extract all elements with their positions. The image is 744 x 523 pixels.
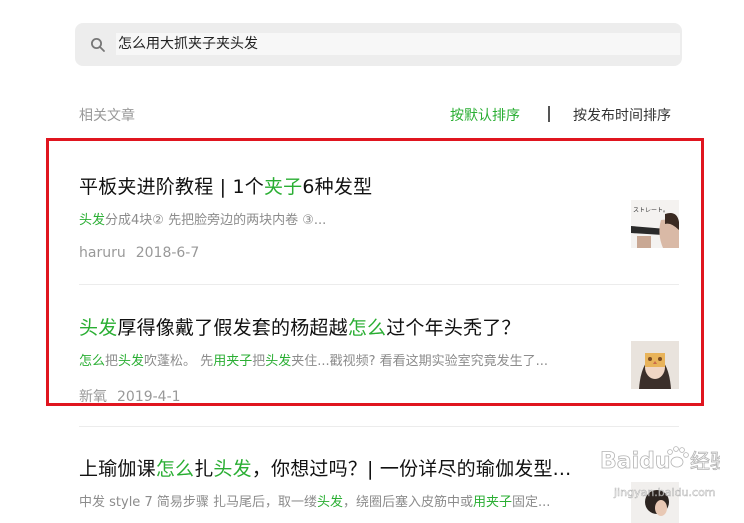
- highlight-box: [46, 138, 704, 406]
- text-segment: ，你想过吗？| 一份详尽的瑜伽发型...: [251, 458, 572, 480]
- paw-icon: [667, 446, 689, 468]
- article-card[interactable]: 上瑜伽课怎么扎头发，你想过吗？| 一份详尽的瑜伽发型... 中发 style 7…: [79, 454, 679, 523]
- text-segment: 上瑜伽课: [79, 458, 156, 480]
- keyword-highlight: 用夹子: [473, 495, 513, 510]
- watermark-brand-cn: 经验: [690, 449, 720, 473]
- sort-default-button[interactable]: 按默认排序: [450, 105, 520, 125]
- text-segment: ，绕圈后塞入皮筋中或: [343, 495, 474, 510]
- keyword-highlight: 头发: [213, 458, 252, 480]
- search-input[interactable]: [116, 33, 680, 55]
- sort-divider: [548, 106, 550, 122]
- page: 相关文章 按默认排序 按发布时间排序 平板夹进阶教程 | 1个夹子6种发型 头发…: [0, 0, 744, 523]
- article-title[interactable]: 上瑜伽课怎么扎头发，你想过吗？| 一份详尽的瑜伽发型...: [79, 454, 571, 481]
- article-snippet: 中发 style 7 简易步骤 扎马尾后，取一缕头发，绕圈后塞入皮筋中或用夹子固…: [79, 491, 614, 510]
- baidu-jingyan-watermark: Baidu 经验 jingyan.baidu.com: [600, 438, 730, 508]
- search-bar[interactable]: [75, 23, 682, 66]
- text-segment: 扎: [194, 458, 214, 480]
- text-segment: 中发 style 7 简易步骤 扎马尾后，取一缕: [79, 495, 317, 510]
- text-segment: 固定...: [512, 495, 551, 510]
- keyword-highlight: 头发: [316, 495, 343, 510]
- watermark-brand: Baidu: [600, 449, 671, 474]
- keyword-highlight: 怎么: [155, 458, 195, 480]
- watermark-url: jingyan.baidu.com: [613, 486, 716, 499]
- search-icon: [91, 38, 105, 52]
- sort-by-time-button[interactable]: 按发布时间排序: [573, 105, 671, 125]
- divider: [79, 426, 679, 427]
- related-articles-label: 相关文章: [79, 108, 135, 124]
